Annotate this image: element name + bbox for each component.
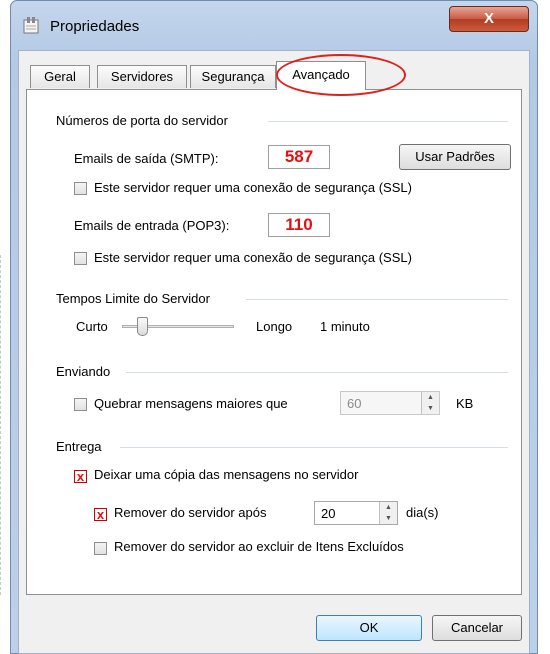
ports-group-line (268, 121, 508, 122)
remove-after-spinner[interactable]: 20 ▲ ▼ (314, 501, 398, 525)
timeout-value: 1 minuto (320, 319, 370, 334)
leave-copy-checkbox[interactable]: x (74, 470, 87, 483)
break-messages-checkbox[interactable] (74, 398, 87, 411)
timeout-long-label: Longo (256, 319, 293, 334)
cancel-button[interactable]: Cancelar (432, 615, 522, 641)
timeout-slider-thumb[interactable] (137, 317, 149, 336)
timeouts-group-heading: Tempos Limite do Servidor (56, 291, 210, 306)
remove-after-unit: dia(s) (406, 505, 439, 520)
sending-group-line (126, 372, 508, 373)
smtp-ssl-label: Este servidor requer uma conexão de segu… (94, 180, 412, 195)
pop3-ssl-checkbox[interactable] (74, 252, 87, 265)
pop3-port-input[interactable]: 110 (268, 213, 330, 237)
smtp-port-input[interactable]: 587 (268, 145, 330, 169)
remove-deleted-label: Remover do servidor ao excluir de Itens … (114, 539, 404, 554)
timeouts-group-line (246, 299, 508, 300)
remove-after-checkbox[interactable]: x (94, 508, 107, 521)
leave-copy-label: Deixar uma cópia das mensagens no servid… (94, 467, 359, 482)
break-size-spinner: 60 ▲ ▼ (340, 391, 440, 415)
break-size-unit: KB (456, 396, 474, 411)
break-size-value: 60 (347, 396, 362, 411)
pop3-port-label: Emails de entrada (POP3): (74, 218, 230, 233)
remove-after-value: 20 (321, 506, 336, 521)
highlight-circle (276, 54, 406, 96)
break-messages-label: Quebrar mensagens maiores que (94, 396, 288, 411)
remove-after-label: Remover do servidor após (114, 505, 267, 520)
delivery-group-heading: Entrega (56, 439, 102, 454)
spinner-arrows-icon: ▲ ▼ (421, 392, 439, 414)
pop3-ssl-label: Este servidor requer uma conexão de segu… (94, 250, 412, 265)
spinner-arrows-icon[interactable]: ▲ ▼ (379, 502, 397, 524)
ports-group-heading: Números de porta do servidor (56, 113, 228, 128)
sending-group-heading: Enviando (56, 364, 111, 379)
remove-deleted-checkbox[interactable] (94, 542, 107, 555)
timeout-short-label: Curto (76, 319, 108, 334)
smtp-ssl-checkbox[interactable] (74, 182, 87, 195)
ok-button[interactable]: OK (316, 615, 422, 641)
delivery-group-line (120, 447, 508, 448)
use-defaults-button[interactable]: Usar Padrões (399, 144, 511, 170)
smtp-port-label: Emails de saída (SMTP): (74, 151, 219, 166)
